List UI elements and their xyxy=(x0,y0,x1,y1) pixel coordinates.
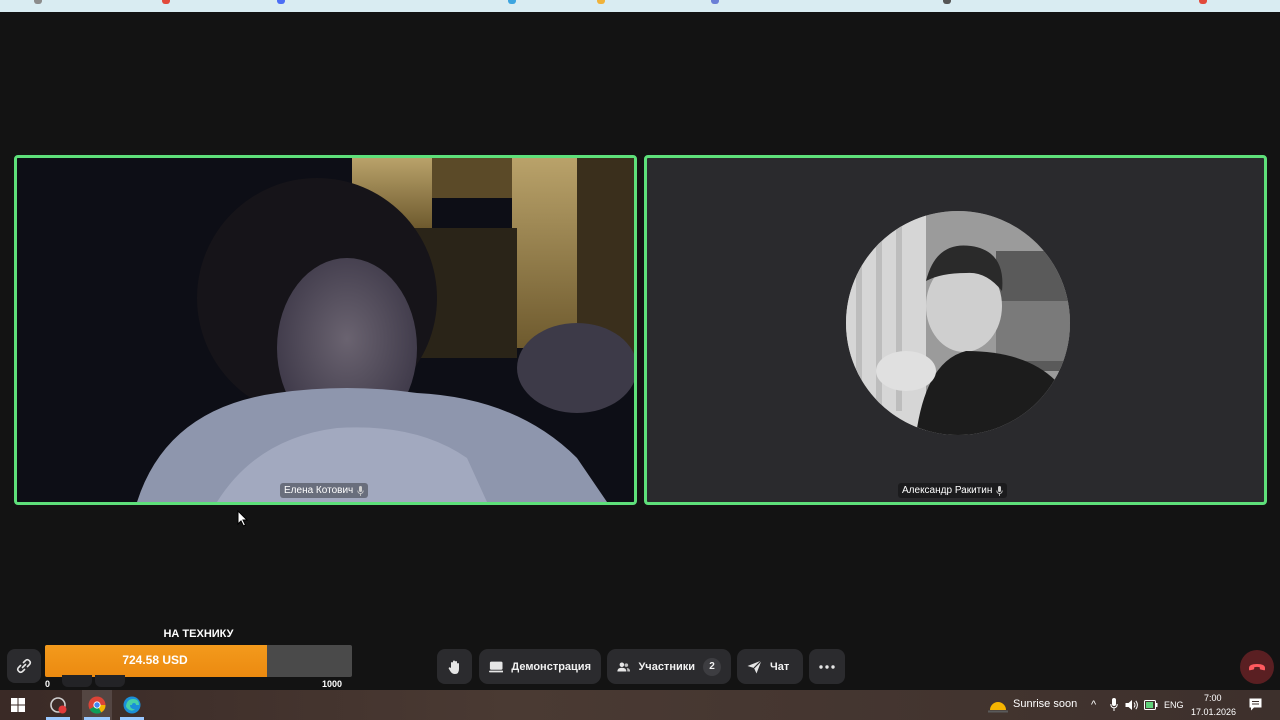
weather-widget[interactable] xyxy=(986,693,1010,717)
notification-center-icon[interactable] xyxy=(1249,698,1262,711)
donation-progress-bar: 724.58 USD xyxy=(45,645,352,677)
tray-microphone-icon[interactable] xyxy=(1110,698,1118,711)
more-icon xyxy=(819,664,835,669)
taskbar-app-recorder[interactable] xyxy=(46,693,70,717)
participant-name: Александр Ракитин xyxy=(902,485,993,496)
participants-icon xyxy=(617,662,631,671)
edge-icon xyxy=(123,696,141,714)
tray-chevron-up-icon[interactable]: ^ xyxy=(1091,699,1096,711)
taskbar-app-edge[interactable] xyxy=(120,693,144,717)
participant-avatar xyxy=(846,211,1070,435)
chat-label: Чат xyxy=(770,660,790,673)
raise-hand-button[interactable] xyxy=(437,649,472,684)
taskbar-app-chrome[interactable] xyxy=(85,693,109,717)
mouse-cursor-icon xyxy=(237,510,249,527)
participant-name-label: Александр Ракитин xyxy=(898,483,1008,498)
hangup-icon xyxy=(1249,664,1265,671)
participants-button[interactable]: Участники 2 xyxy=(607,649,731,684)
tray-language[interactable]: ENG xyxy=(1164,700,1184,710)
tray-volume-icon[interactable] xyxy=(1125,699,1139,711)
raise-hand-icon xyxy=(448,660,459,674)
donation-goal-title: НА ТЕХНИКУ xyxy=(163,628,234,640)
video-tile-elena[interactable]: Елена Котович xyxy=(14,155,637,505)
tray-time[interactable]: 7:00 xyxy=(1204,693,1222,703)
send-icon xyxy=(747,659,762,673)
weather-text[interactable]: Sunrise soon xyxy=(1013,698,1077,710)
participants-label: Участники xyxy=(638,660,695,673)
participant-name: Елена Котович xyxy=(284,485,354,496)
microphone-icon xyxy=(996,485,1003,496)
link-icon xyxy=(16,658,32,674)
widget-tab xyxy=(62,675,92,687)
more-options-button[interactable] xyxy=(809,649,845,684)
donation-amount: 724.58 USD xyxy=(122,653,188,667)
sunrise-icon xyxy=(988,702,1008,713)
screen-share-label: Демонстрация xyxy=(511,660,591,673)
tray-date[interactable]: 17.01.2026 xyxy=(1191,707,1236,717)
copy-link-button[interactable] xyxy=(7,649,41,683)
chat-button[interactable]: Чат xyxy=(737,649,803,684)
windows-start-button[interactable] xyxy=(6,693,30,717)
screen-share-button[interactable]: Демонстрация xyxy=(479,649,601,684)
participant-video xyxy=(17,158,634,502)
tray-battery-icon[interactable] xyxy=(1144,700,1158,710)
windows-logo-icon xyxy=(11,698,25,712)
participant-name-label: Елена Котович xyxy=(280,483,369,498)
screen-share-icon xyxy=(489,661,504,672)
browser-bookmarks-strip xyxy=(0,0,1280,12)
participants-count-badge: 2 xyxy=(703,657,721,676)
recorder-icon xyxy=(50,697,67,714)
chrome-icon xyxy=(88,696,106,714)
microphone-icon xyxy=(357,485,364,496)
donation-max-label: 1000 xyxy=(322,679,343,689)
widget-tab xyxy=(95,675,125,687)
hangup-button[interactable] xyxy=(1240,650,1274,684)
windows-taskbar xyxy=(0,690,1280,720)
video-tile-alexander[interactable]: Александр Ракитин xyxy=(644,155,1267,505)
donation-min-label: 0 xyxy=(45,679,51,689)
